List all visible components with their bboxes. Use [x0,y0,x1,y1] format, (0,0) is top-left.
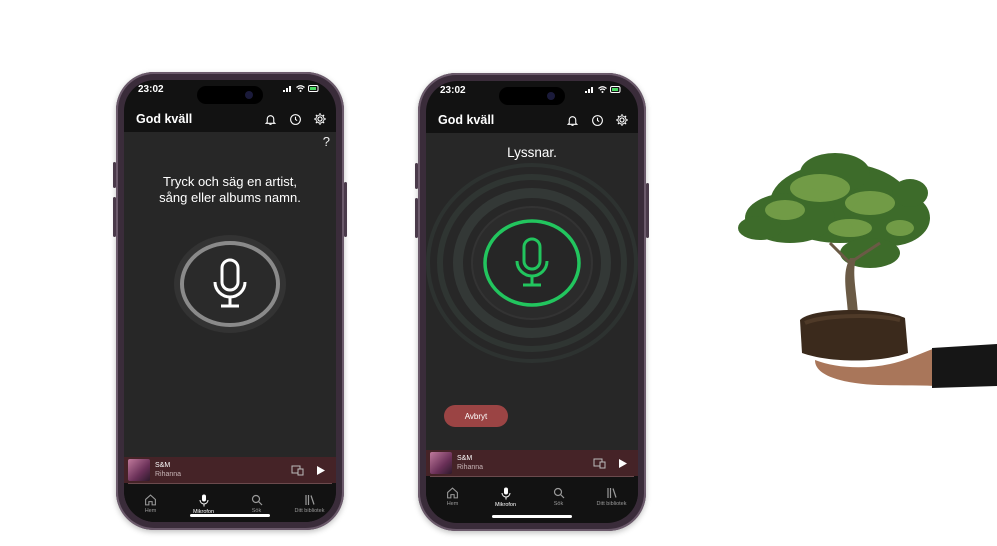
play-icon[interactable] [312,461,330,479]
nav-home-label: Hem [446,501,459,507]
battery-icon [308,85,319,92]
bottom-nav: Hem Mikrofon Sök Ditt bibliotek [426,477,638,517]
battery-icon [610,86,621,93]
mini-player[interactable]: S&M Rihanna [124,457,336,483]
track-title: S&M [155,462,171,469]
nav-search[interactable]: Sök [532,477,585,517]
track-artist: Rihanna [457,464,484,471]
dynamic-island [197,86,263,104]
phone-mockup-2: 23:02 God kväll Lyssnar. Avbryt S&M Riha… [415,73,649,531]
album-cover [430,452,452,474]
dynamic-island [499,87,565,105]
phone-screen: 23:02 God kväll Lyssnar. Avbryt S&M Riha… [426,81,638,523]
track-artist: Rihanna [155,471,182,478]
status-time: 23:02 [440,85,466,96]
mini-player[interactable]: S&M Rihanna [426,450,638,476]
bonsai-in-hand-image [738,153,997,388]
nav-home-label: Hem [144,508,157,514]
signal-icon [283,86,291,92]
status-time: 23:02 [138,84,164,95]
wifi-icon [296,85,305,92]
listening-microphone-button[interactable] [426,163,638,363]
microphone-icon [199,494,208,506]
wifi-icon [598,86,607,93]
search-icon [553,487,564,499]
album-cover [128,459,150,481]
microphone-button[interactable] [173,234,287,334]
microphone-icon [501,487,510,499]
library-icon [304,495,315,505]
bell-icon[interactable] [260,109,280,129]
home-indicator [492,515,572,518]
listening-status-text: Lyssnar. [507,145,557,160]
gear-icon[interactable] [310,109,330,129]
phone-mockup-1: 23:02 God kväll ? Tryck och säg en artis… [113,72,347,530]
top-bar: God kväll [426,107,638,133]
nav-search-label: Sök [553,501,564,507]
top-bar: God kväll [124,106,336,132]
cancel-button[interactable]: Avbryt [444,405,508,427]
signal-icon [585,87,593,93]
track-title: S&M [457,455,473,462]
nav-library[interactable]: Ditt bibliotek [585,477,638,517]
play-icon[interactable] [614,454,632,472]
voice-prompt-text: Tryck och säg en artist, sång eller albu… [159,174,301,205]
nav-microphone[interactable]: Mikrofon [479,477,532,517]
gear-icon[interactable] [612,110,632,130]
home-icon [145,494,156,506]
nav-library-label: Ditt bibliotek [294,508,325,514]
nav-library-label: Ditt bibliotek [596,501,627,507]
nav-microphone-label: Mikrofon [494,501,517,508]
nav-home[interactable]: Hem [124,484,177,522]
search-icon [251,494,262,506]
devices-icon[interactable] [288,461,306,479]
greeting-title: God kväll [136,112,193,126]
library-icon [606,488,617,498]
home-indicator [190,514,270,517]
history-icon[interactable] [285,109,305,129]
home-icon [447,487,458,499]
nav-home[interactable]: Hem [426,477,479,517]
bell-icon[interactable] [562,110,582,130]
phone-screen: 23:02 God kväll ? Tryck och säg en artis… [124,80,336,522]
voice-listening-panel: Lyssnar. Avbryt [426,133,638,451]
history-icon[interactable] [587,110,607,130]
devices-icon[interactable] [590,454,608,472]
nav-library[interactable]: Ditt bibliotek [283,484,336,522]
help-button[interactable]: ? [323,134,330,149]
voice-search-panel: ? Tryck och säg en artist, sång eller al… [124,132,336,457]
greeting-title: God kväll [438,113,495,127]
